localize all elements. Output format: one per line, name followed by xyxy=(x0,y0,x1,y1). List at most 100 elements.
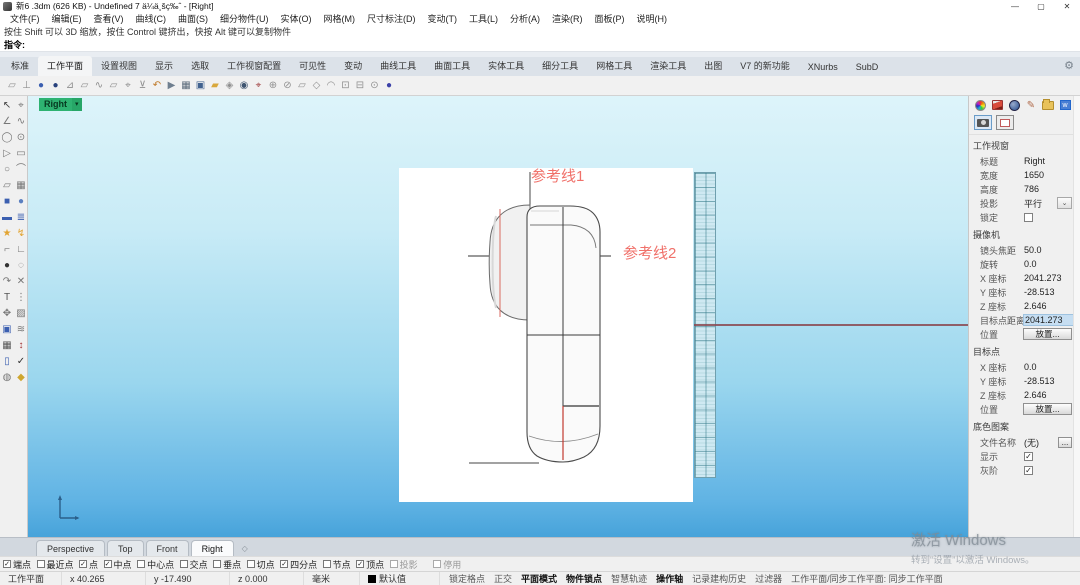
cplane-offset-button[interactable]: ⊟ xyxy=(353,78,367,94)
point-button[interactable]: ⌖ xyxy=(14,98,28,114)
statusbar-toggle-4[interactable]: 智慧轨迹 xyxy=(611,572,647,585)
viewport-right[interactable]: Right ▾ xyxy=(28,96,968,537)
menu-item-13[interactable]: 面板(P) xyxy=(589,12,631,25)
osnap-item-9[interactable]: 节点 xyxy=(323,558,351,571)
cplane-world-button[interactable]: ▱ xyxy=(5,78,19,94)
check-objects-button[interactable]: ✓ xyxy=(14,354,28,370)
curve-interpolate-button[interactable]: ∿ xyxy=(14,114,28,130)
close-button[interactable]: ✕ xyxy=(1054,2,1080,11)
ribbon-gear-icon[interactable]: ⚙ xyxy=(1064,59,1074,72)
panel-checkbox-0-4[interactable] xyxy=(1024,213,1033,222)
panel-value-1-4[interactable]: 2.646 xyxy=(1024,301,1072,311)
panel-checkbox-3-1[interactable]: ✓ xyxy=(1024,452,1033,461)
cplane-z-axis-button[interactable]: ⊻ xyxy=(136,78,150,94)
osnap-checkbox-1[interactable] xyxy=(37,560,45,568)
shaded-sphere-button[interactable]: ● xyxy=(0,258,14,274)
synchronize-cplane-button[interactable]: ◇ xyxy=(310,78,324,94)
ribbon-tab-6[interactable]: 可见性 xyxy=(290,56,335,76)
curve-flow-button[interactable]: ↷ xyxy=(0,274,14,290)
panel-value-1-3[interactable]: -28.513 xyxy=(1024,287,1072,297)
cplane-elevation-button[interactable]: ⊡ xyxy=(339,78,353,94)
layers-tab-icon[interactable] xyxy=(991,99,1003,111)
properties-tab-icon[interactable] xyxy=(974,99,986,111)
panel-value-0-1[interactable]: 1650 xyxy=(1024,170,1072,180)
ribbon-tab-7[interactable]: 变动 xyxy=(335,56,371,76)
ribbon-tab-5[interactable]: 工作视窗配置 xyxy=(218,56,290,76)
osnap-checkbox-8[interactable]: ✓ xyxy=(280,560,288,568)
ribbon-tab-14[interactable]: 出图 xyxy=(695,56,731,76)
polyline-button[interactable]: ∠ xyxy=(0,114,14,130)
loft-surface-button[interactable]: ≣ xyxy=(14,210,28,226)
ribbon-tab-11[interactable]: 细分工具 xyxy=(533,56,587,76)
osnap-item-5[interactable]: 交点 xyxy=(180,558,208,571)
menu-item-14[interactable]: 说明(H) xyxy=(631,12,674,25)
menu-item-3[interactable]: 曲线(C) xyxy=(130,12,173,25)
world-top-cplane-button[interactable]: ⊙ xyxy=(368,78,382,94)
osnap-item-1[interactable]: 最近点 xyxy=(37,558,74,571)
select-pointer-button[interactable]: ↖ xyxy=(0,98,14,114)
cplane-pin-button[interactable]: ⌖ xyxy=(252,78,266,94)
statusbar-toggle-5[interactable]: 操作轴 xyxy=(656,572,683,585)
panel-scrollbar[interactable] xyxy=(1073,96,1080,537)
circle-button[interactable]: ◯ xyxy=(0,130,14,146)
solid-box-button[interactable]: ■ xyxy=(0,194,14,210)
gem-tool-button[interactable]: ◆ xyxy=(14,370,28,386)
block-instance-button[interactable]: ▣ xyxy=(0,322,14,338)
help-tab-icon[interactable]: w xyxy=(1059,99,1071,111)
camera-properties-button[interactable] xyxy=(974,115,992,130)
osnap-checkbox-11[interactable] xyxy=(390,560,398,568)
rectangle-button[interactable]: ▭ xyxy=(14,146,28,162)
show-cplane-button[interactable]: ◉ xyxy=(237,78,251,94)
menu-item-1[interactable]: 编辑(E) xyxy=(46,12,88,25)
ribbon-tab-8[interactable]: 曲线工具 xyxy=(371,56,425,76)
explode-button[interactable]: ★ xyxy=(0,226,14,242)
cplane-move-origin-button[interactable]: ▱ xyxy=(107,78,121,94)
ribbon-tab-10[interactable]: 实体工具 xyxy=(479,56,533,76)
panel-value-2-1[interactable]: -28.513 xyxy=(1024,376,1072,386)
panel-value-1-1[interactable]: 0.0 xyxy=(1024,259,1072,269)
panel-value-0-2[interactable]: 786 xyxy=(1024,184,1072,194)
menu-item-9[interactable]: 变动(T) xyxy=(422,12,464,25)
group-objects-button[interactable]: ✥ xyxy=(0,306,14,322)
panel-dropdown-0-3[interactable]: ⌄ xyxy=(1057,197,1072,209)
menu-item-6[interactable]: 实体(O) xyxy=(275,12,318,25)
ribbon-tab-0[interactable]: 标准 xyxy=(2,56,38,76)
select-cplane-objects-button[interactable]: ▶ xyxy=(165,78,179,94)
fillet-flash-button[interactable]: ↯ xyxy=(14,226,28,242)
statusbar-units[interactable]: 毫米 xyxy=(304,572,360,585)
gumball-sphere-button[interactable]: ● xyxy=(382,78,396,94)
statusbar-toggle-1[interactable]: 正交 xyxy=(494,572,512,585)
osnap-checkbox-5[interactable] xyxy=(180,560,188,568)
named-cplane-button[interactable]: ◈ xyxy=(223,78,237,94)
panel-value-1-0[interactable]: 50.0 xyxy=(1024,245,1072,255)
minimize-button[interactable]: — xyxy=(1002,2,1028,11)
panel-value-2-2[interactable]: 2.646 xyxy=(1024,390,1072,400)
wireframe-sphere-button[interactable]: ◌ xyxy=(14,258,28,274)
grid-options-button[interactable]: ▦ xyxy=(179,78,193,94)
panel-place-button-2[interactable]: 放置... xyxy=(1023,403,1072,415)
statusbar-toggle-6[interactable]: 记录建构历史 xyxy=(692,572,746,585)
osnap-item-8[interactable]: ✓四分点 xyxy=(280,558,317,571)
panel-value-1-5[interactable]: 2041.273 xyxy=(1024,315,1074,325)
ribbon-tab-1[interactable]: 工作平面 xyxy=(38,56,92,76)
statusbar-toggle-0[interactable]: 锁定格点 xyxy=(449,572,485,585)
ribbon-tab-13[interactable]: 渲染工具 xyxy=(641,56,695,76)
osnap-item-7[interactable]: 切点 xyxy=(247,558,275,571)
osnap-checkbox-0[interactable]: ✓ xyxy=(3,560,11,568)
menu-item-7[interactable]: 网格(M) xyxy=(318,12,362,25)
panel-value-0-0[interactable]: Right xyxy=(1024,156,1072,166)
statusbar-toggle-8[interactable]: 工作平面/同步工作平面: 同步工作平面 xyxy=(791,572,943,585)
osnap-item-12[interactable]: 停用 xyxy=(433,558,461,571)
surface-patch-button[interactable]: ▦ xyxy=(14,178,28,194)
panel-value-0-3[interactable]: 平行 xyxy=(1024,197,1057,210)
osnap-checkbox-9[interactable] xyxy=(323,560,331,568)
open-file-button[interactable]: ▰ xyxy=(208,78,222,94)
statusbar-layer-pane[interactable]: 默认值 xyxy=(360,572,440,585)
ribbon-tab-16[interactable]: XNurbs xyxy=(799,59,847,76)
trim-button[interactable]: ✕ xyxy=(14,274,28,290)
viewport-properties-button[interactable] xyxy=(996,115,1014,130)
osnap-item-11[interactable]: 投影 xyxy=(390,558,418,571)
array-curve-button[interactable]: ≋ xyxy=(14,322,28,338)
panel-filename-value[interactable]: (无) xyxy=(1024,436,1058,449)
surface-corner-points-button[interactable]: ▱ xyxy=(0,178,14,194)
